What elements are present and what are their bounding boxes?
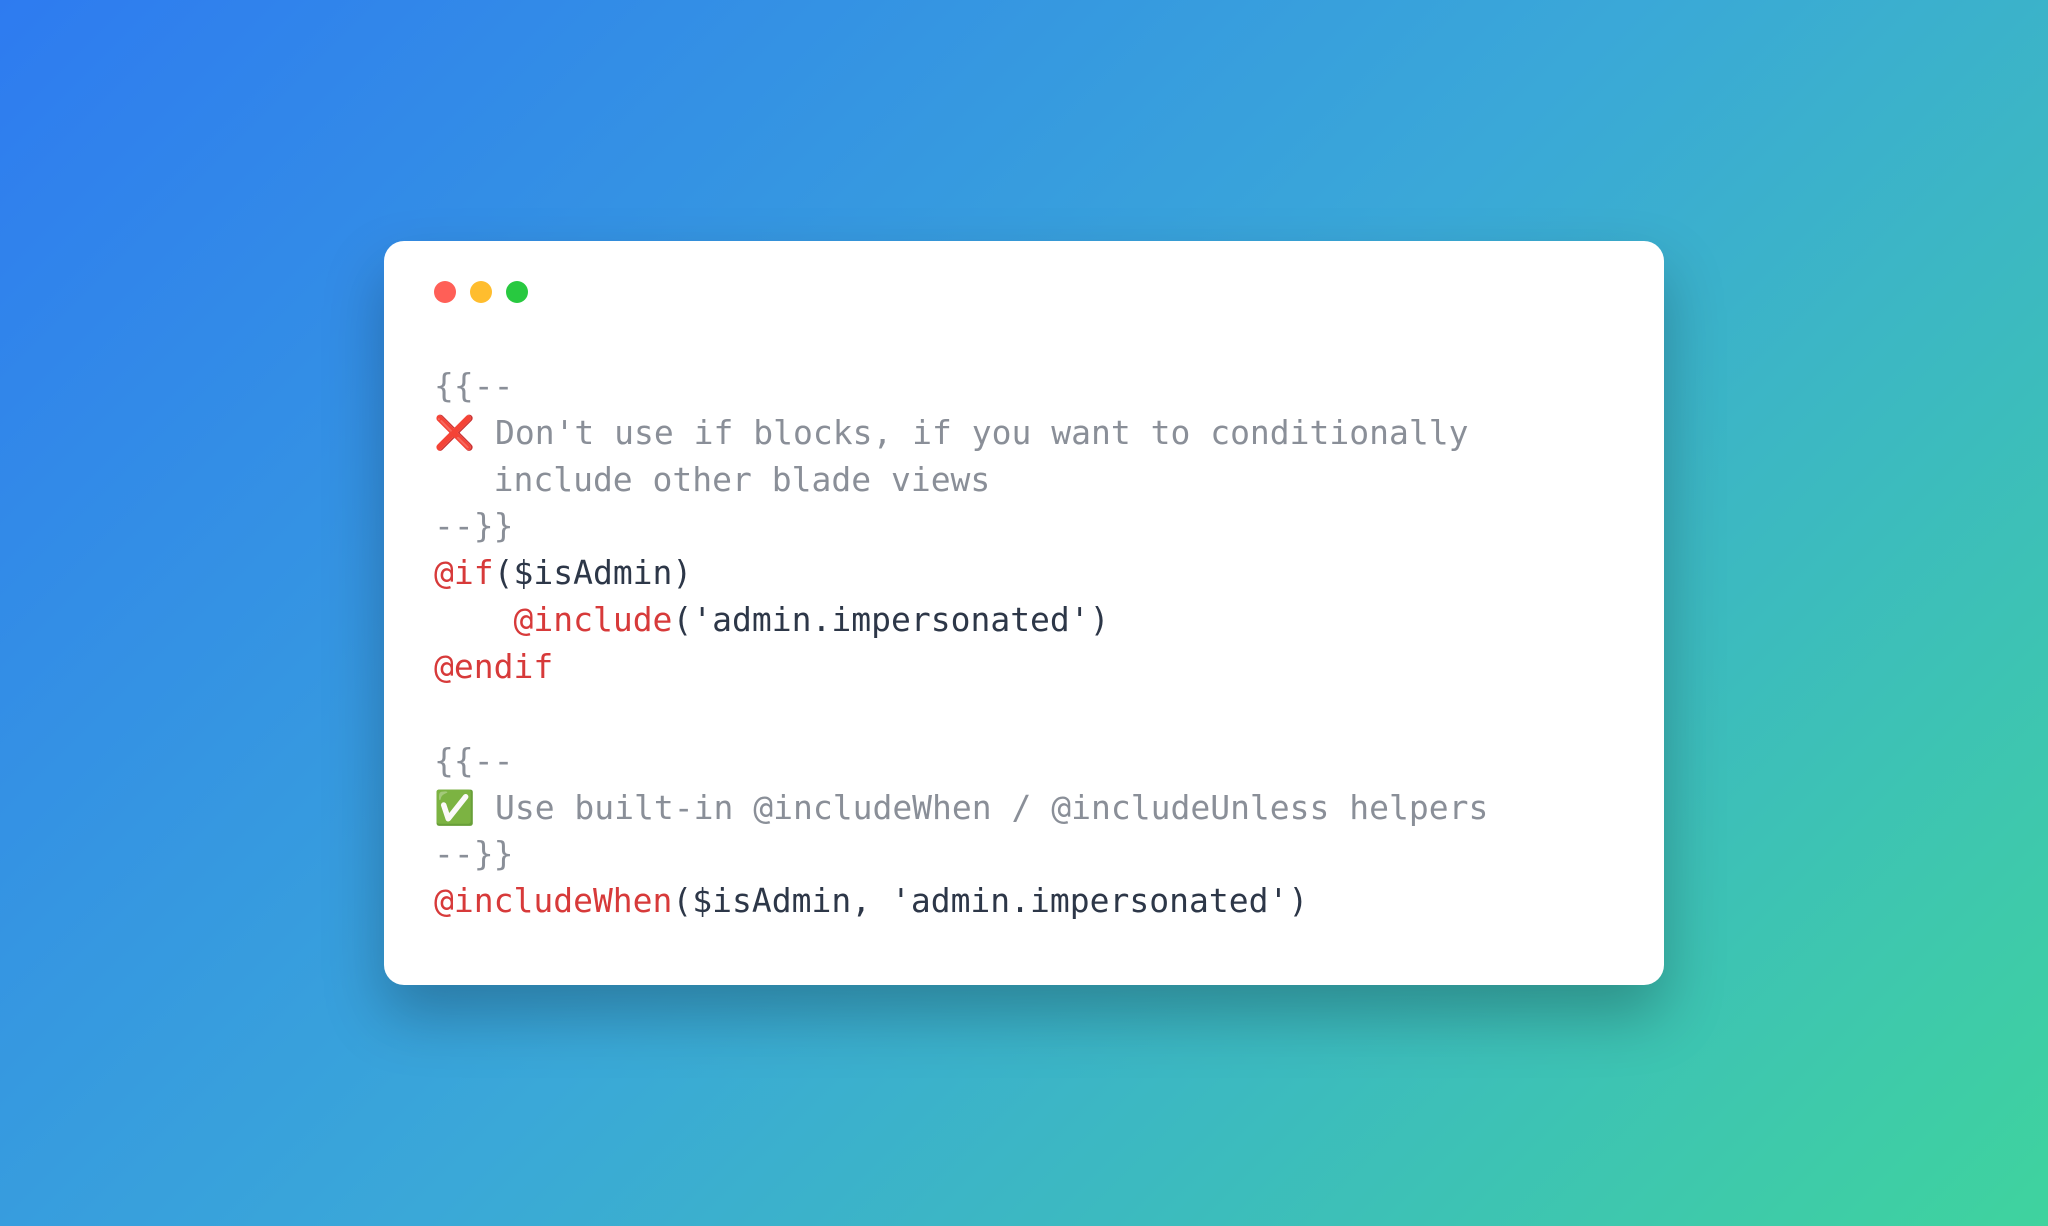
code-token-emoji: ✅ bbox=[434, 789, 475, 826]
code-line: ✅ Use built-in @includeWhen / @includeUn… bbox=[434, 785, 1614, 832]
maximize-icon[interactable] bbox=[506, 281, 528, 303]
code-token-comment: {{-- bbox=[434, 366, 513, 405]
code-token-text bbox=[434, 600, 513, 639]
code-token-comment: --}} bbox=[434, 834, 513, 873]
code-line bbox=[434, 691, 1614, 738]
code-token-directive: @includeWhen bbox=[434, 881, 672, 920]
code-token-directive: @include bbox=[513, 600, 672, 639]
code-token-directive: @endif bbox=[434, 647, 553, 686]
code-token-emoji: ❌ bbox=[434, 414, 475, 451]
code-token-comment: {{-- bbox=[434, 741, 513, 780]
code-line: --}} bbox=[434, 831, 1614, 878]
code-line: {{-- bbox=[434, 738, 1614, 785]
code-token-comment: --}} bbox=[434, 506, 513, 545]
code-line: {{-- bbox=[434, 363, 1614, 410]
code-line: @includeWhen($isAdmin, 'admin.impersonat… bbox=[434, 878, 1614, 925]
code-line: @include('admin.impersonated') bbox=[434, 597, 1614, 644]
code-content: {{-- ❌ Don't use if blocks, if you want t… bbox=[434, 363, 1614, 925]
code-token-comment: Don't use if blocks, if you want to cond… bbox=[475, 413, 1468, 452]
code-line: ❌ Don't use if blocks, if you want to co… bbox=[434, 410, 1614, 457]
code-line: @if($isAdmin) bbox=[434, 550, 1614, 597]
window-titlebar bbox=[434, 281, 1614, 303]
code-token-text: ('admin.impersonated') bbox=[672, 600, 1109, 639]
code-window: {{-- ❌ Don't use if blocks, if you want t… bbox=[384, 241, 1664, 985]
code-token-comment: Use built-in @includeWhen / @includeUnle… bbox=[475, 788, 1488, 827]
code-token-directive: @if bbox=[434, 553, 494, 592]
close-icon[interactable] bbox=[434, 281, 456, 303]
code-token-comment: include other blade views bbox=[434, 460, 990, 499]
code-token-text: ($isAdmin, 'admin.impersonated') bbox=[672, 881, 1308, 920]
code-line: include other blade views bbox=[434, 457, 1614, 504]
code-line: @endif bbox=[434, 644, 1614, 691]
code-line: --}} bbox=[434, 503, 1614, 550]
minimize-icon[interactable] bbox=[470, 281, 492, 303]
code-token-text: ($isAdmin) bbox=[494, 553, 693, 592]
